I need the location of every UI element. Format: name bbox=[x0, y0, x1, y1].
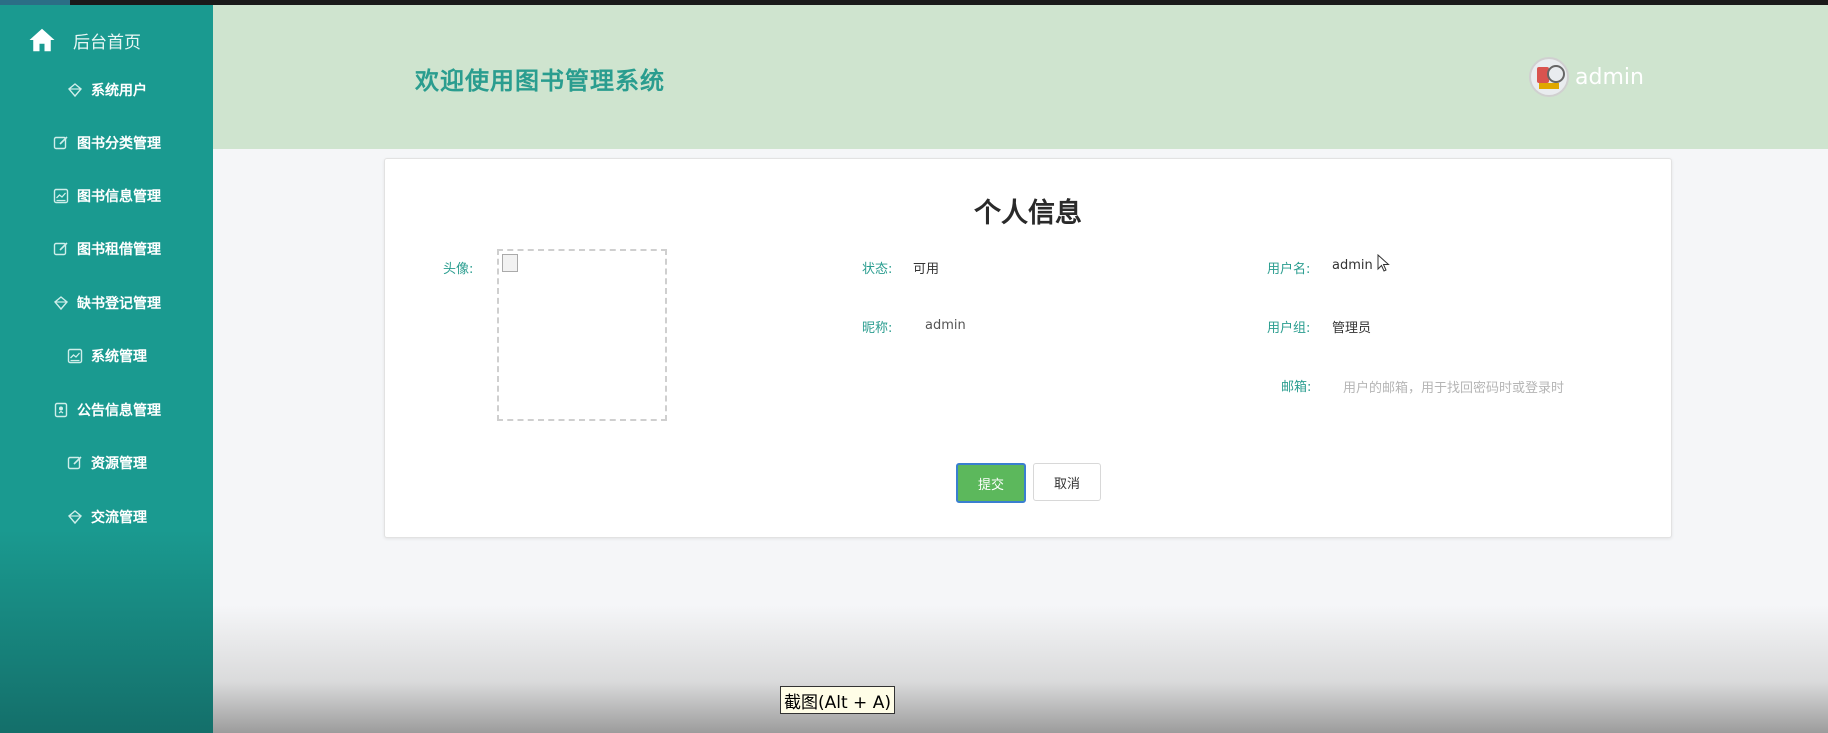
avatar-label: 头像: bbox=[443, 262, 474, 277]
sidebar-item-book-categories[interactable]: 图书分类管理 bbox=[0, 123, 213, 163]
sidebar-item-label: 缺书登记管理 bbox=[77, 296, 161, 312]
status-value: 可用 bbox=[913, 262, 940, 277]
bottom-shade bbox=[213, 605, 1828, 733]
header-username[interactable]: admin bbox=[1575, 65, 1644, 90]
sidebar-item-resources[interactable]: 资源管理 bbox=[0, 443, 213, 483]
screenshot-tooltip: 截图(Alt + A) bbox=[780, 686, 895, 714]
sidebar-item-label: 图书信息管理 bbox=[77, 189, 161, 205]
group-value: 管理员 bbox=[1332, 321, 1372, 336]
sidebar-item-announcements[interactable]: 公告信息管理 bbox=[0, 390, 213, 430]
sidebar-item-label: 资源管理 bbox=[91, 456, 147, 472]
badge-icon bbox=[52, 401, 70, 419]
nickname-label: 昵称: bbox=[862, 321, 893, 336]
sidebar-item-system-management[interactable]: 系统管理 bbox=[0, 336, 213, 376]
user-menu[interactable]: admin bbox=[1529, 57, 1644, 97]
sidebar-item-communication[interactable]: 交流管理 bbox=[0, 497, 213, 537]
sidebar-item-book-info[interactable]: 图书信息管理 bbox=[0, 176, 213, 216]
diamond-icon bbox=[66, 81, 84, 99]
sidebar-home[interactable]: 后台首页 bbox=[0, 18, 213, 62]
nickname-field[interactable]: admin bbox=[925, 318, 966, 333]
sidebar-item-label: 交流管理 bbox=[91, 510, 147, 526]
group-label: 用户组: bbox=[1267, 321, 1311, 336]
site-title: 欢迎使用图书管理系统 bbox=[415, 67, 665, 95]
email-label: 邮箱: bbox=[1281, 380, 1312, 395]
mouse-cursor-icon bbox=[1377, 254, 1390, 272]
cancel-button[interactable]: 取消 bbox=[1033, 463, 1101, 501]
username-label: 用户名: bbox=[1267, 262, 1311, 277]
username-value: admin bbox=[1332, 258, 1373, 273]
profile-card: 个人信息 头像: 状态: 可用 用户名: admin 昵称: admin 用户组… bbox=[384, 158, 1672, 538]
sidebar-item-label: 系统用户 bbox=[91, 83, 147, 99]
broken-image-icon bbox=[502, 254, 518, 272]
status-label: 状态: bbox=[862, 262, 893, 277]
header: 欢迎使用图书管理系统 admin bbox=[213, 5, 1828, 149]
sidebar-item-label: 图书分类管理 bbox=[77, 136, 161, 152]
sidebar-item-book-rental[interactable]: 图书租借管理 bbox=[0, 229, 213, 269]
sidebar: 后台首页 系统用户 图书分类管理 图书信息管理 图书租借管理 缺书登记管理 系统… bbox=[0, 5, 213, 733]
diamond-icon bbox=[66, 508, 84, 526]
diamond-icon bbox=[52, 294, 70, 312]
avatar-upload[interactable] bbox=[497, 249, 667, 421]
page-title: 个人信息 bbox=[974, 198, 1082, 229]
chart-icon bbox=[66, 347, 84, 365]
submit-button[interactable]: 提交 bbox=[956, 463, 1026, 503]
email-field[interactable]: 用户的邮箱，用于找回密码时或登录时 bbox=[1343, 377, 1564, 396]
sidebar-item-label: 图书租借管理 bbox=[77, 242, 161, 258]
edit-icon bbox=[52, 134, 70, 152]
avatar[interactable] bbox=[1529, 57, 1569, 97]
sidebar-item-missing-books[interactable]: 缺书登记管理 bbox=[0, 283, 213, 323]
chart-icon bbox=[52, 187, 70, 205]
edit-icon bbox=[66, 454, 84, 472]
sidebar-home-label: 后台首页 bbox=[73, 32, 141, 53]
sidebar-item-label: 公告信息管理 bbox=[77, 403, 161, 419]
home-icon bbox=[29, 28, 55, 52]
sidebar-item-system-users[interactable]: 系统用户 bbox=[0, 70, 213, 110]
edit-icon bbox=[52, 240, 70, 258]
sidebar-item-label: 系统管理 bbox=[91, 349, 147, 365]
